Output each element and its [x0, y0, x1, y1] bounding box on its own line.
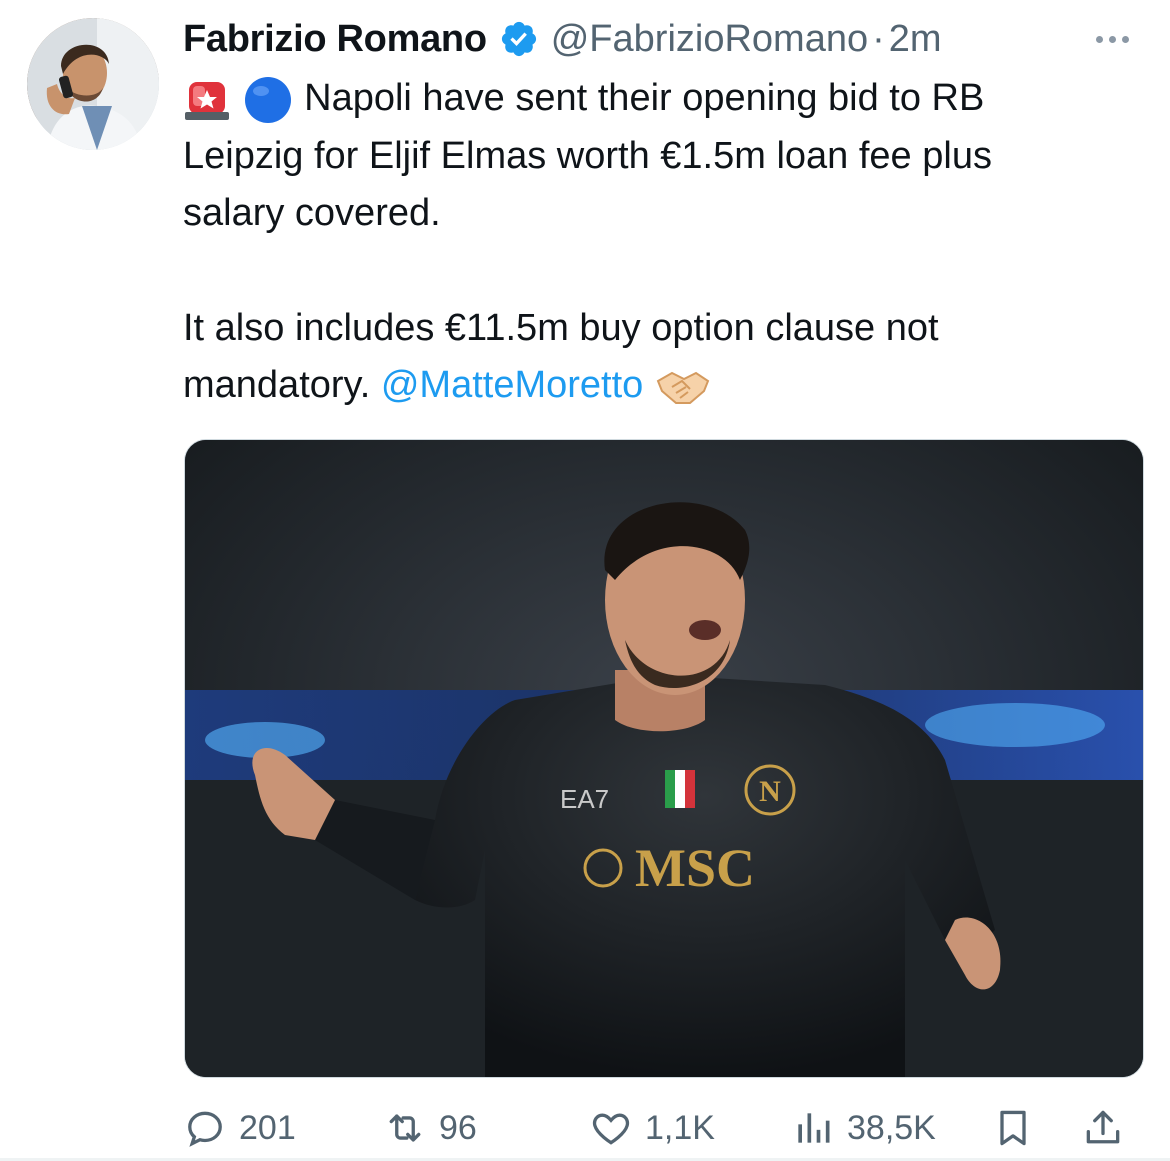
- siren-emoji-icon: [185, 81, 229, 120]
- views-button[interactable]: 38,5K: [791, 1100, 936, 1156]
- bookmark-button[interactable]: [991, 1100, 1047, 1156]
- tweet-line-1: Napoli have sent their opening bid to RB: [304, 77, 985, 119]
- ea7-logo: EA7: [560, 784, 609, 814]
- heart-icon: [592, 1113, 630, 1145]
- like-button[interactable]: 1,1K: [589, 1100, 715, 1156]
- more-icon[interactable]: [1084, 26, 1140, 52]
- player-photo: N EA7 MSC: [185, 440, 1143, 1077]
- views-count: 38,5K: [847, 1108, 936, 1147]
- tweet-text: Napoli have sent their opening bid to RB…: [183, 70, 1143, 415]
- share-button[interactable]: [1081, 1100, 1137, 1156]
- bookmark-icon: [1000, 1110, 1026, 1146]
- handshake-emoji-icon: [656, 371, 710, 404]
- blue-circle-emoji-icon: [244, 76, 291, 123]
- author-name[interactable]: Fabrizio Romano: [183, 18, 487, 61]
- like-count: 1,1K: [645, 1108, 715, 1147]
- retweet-button[interactable]: 96: [383, 1100, 477, 1156]
- views-chart-icon: [798, 1113, 830, 1143]
- reply-button[interactable]: 201: [183, 1100, 296, 1156]
- msc-sponsor-text: MSC: [635, 838, 755, 898]
- tweet-line-3: salary covered.: [183, 192, 441, 234]
- retweet-icon: [389, 1114, 421, 1142]
- tweet-actions-bar: 201 96 1,1K 38,5K: [183, 1100, 1145, 1156]
- reply-icon: [188, 1111, 222, 1147]
- mention-link[interactable]: @MatteMoretto: [381, 364, 643, 406]
- tweet-line-2: Leipzig for Eljif Elmas worth €1.5m loan…: [183, 134, 992, 177]
- tweet-line-5: mandatory.: [183, 364, 371, 406]
- author-avatar[interactable]: [27, 18, 159, 150]
- tweet-timestamp[interactable]: 2m: [889, 18, 942, 61]
- share-icon: [1086, 1110, 1120, 1144]
- tweet-media-photo[interactable]: N EA7 MSC: [184, 439, 1144, 1078]
- tweet-line-4: It also includes €11.5m buy option claus…: [183, 306, 939, 349]
- crest-letter: N: [759, 775, 781, 808]
- tweet-header: Fabrizio Romano @FabrizioRomano · 2m: [183, 14, 942, 64]
- avatar-photo: [27, 18, 159, 150]
- retweet-count: 96: [439, 1108, 477, 1147]
- separator-dot: ·: [872, 17, 885, 60]
- reply-count: 201: [239, 1108, 296, 1147]
- author-handle[interactable]: @FabrizioRomano: [551, 18, 868, 61]
- verified-badge-icon: [501, 21, 536, 57]
